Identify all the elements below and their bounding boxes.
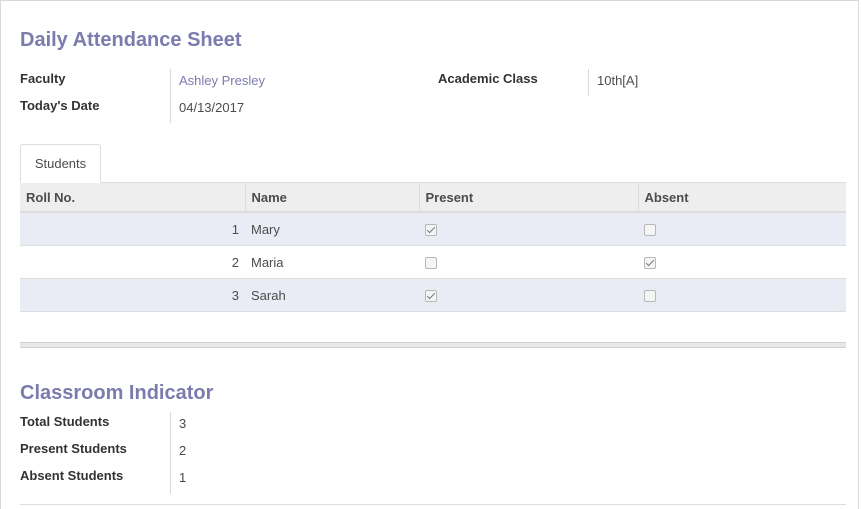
field-separator xyxy=(588,69,589,96)
faculty-link[interactable]: Ashley Presley xyxy=(179,73,265,88)
attendance-form-sheet: Daily Attendance Sheet Faculty Today's D… xyxy=(0,0,859,509)
present-checkbox[interactable] xyxy=(425,290,437,303)
absent-checkbox[interactable] xyxy=(644,224,656,237)
roll-number: 1 xyxy=(20,212,245,246)
academic-class-label: Academic Class xyxy=(438,71,538,86)
bottom-divider xyxy=(20,504,846,505)
absent-students-label: Absent Students xyxy=(20,468,124,483)
table-row[interactable]: 1 Mary xyxy=(20,212,846,246)
roll-number: 3 xyxy=(20,278,245,312)
page-title: Daily Attendance Sheet xyxy=(20,29,242,51)
present-students-value: 2 xyxy=(179,443,187,458)
tab-students[interactable]: Students xyxy=(20,144,101,183)
students-table: Roll No. Name Present Absent 1 Mary 2 Ma… xyxy=(20,183,846,312)
present-checkbox[interactable] xyxy=(425,224,437,237)
column-header-absent[interactable]: Absent xyxy=(637,183,846,213)
table-row[interactable]: 2 Maria xyxy=(20,245,846,279)
table-row[interactable]: 3 Sarah xyxy=(20,278,846,312)
faculty-label: Faculty xyxy=(20,71,66,86)
student-name: Sarah xyxy=(245,278,419,312)
date-label: Today's Date xyxy=(20,98,100,113)
field-separator xyxy=(170,69,171,123)
section-divider xyxy=(20,342,846,348)
roll-number: 2 xyxy=(20,245,245,279)
absent-checkbox[interactable] xyxy=(644,290,656,303)
absent-checkbox[interactable] xyxy=(644,257,656,270)
table-header-row: Roll No. Name Present Absent xyxy=(20,183,846,213)
present-checkbox[interactable] xyxy=(425,257,437,270)
column-header-roll-no[interactable]: Roll No. xyxy=(20,183,245,213)
student-name: Mary xyxy=(245,212,419,246)
column-header-name[interactable]: Name xyxy=(244,183,419,213)
student-name: Maria xyxy=(245,245,419,279)
academic-class-value: 10th[A] xyxy=(597,73,639,88)
date-value: 04/13/2017 xyxy=(179,100,245,115)
column-header-present[interactable]: Present xyxy=(418,183,638,213)
section-title-classroom-indicator: Classroom Indicator xyxy=(20,382,214,404)
field-separator xyxy=(170,412,171,494)
total-students-label: Total Students xyxy=(20,414,110,429)
total-students-value: 3 xyxy=(179,416,187,431)
absent-students-value: 1 xyxy=(179,470,187,485)
present-students-label: Present Students xyxy=(20,441,127,456)
